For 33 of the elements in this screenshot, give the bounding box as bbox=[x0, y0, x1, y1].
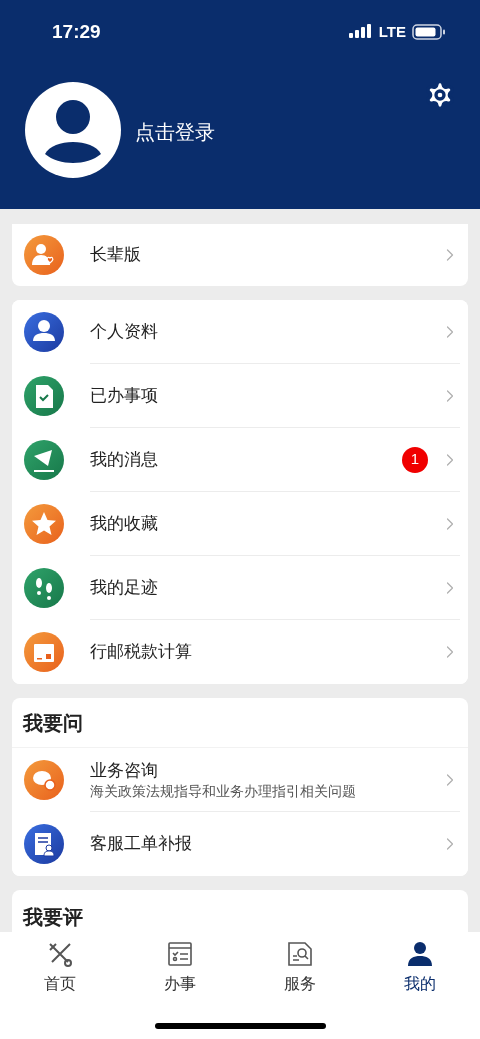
document-check-icon bbox=[24, 376, 64, 416]
login-link[interactable]: 点击登录 bbox=[135, 117, 424, 147]
person-icon bbox=[406, 940, 434, 968]
menu-label: 我的消息 bbox=[90, 448, 159, 471]
crossed-tools-icon bbox=[46, 940, 74, 968]
footprints-icon bbox=[24, 568, 64, 608]
chat-bubbles-icon bbox=[24, 760, 64, 800]
section-title: 我要问 bbox=[23, 710, 83, 736]
document-search-icon bbox=[286, 940, 314, 968]
tab[interactable]: 办事 bbox=[120, 940, 240, 996]
tab[interactable]: 服务 bbox=[240, 940, 360, 996]
tab[interactable]: 我的 bbox=[360, 940, 480, 996]
person-icon bbox=[24, 312, 64, 352]
menu-label: 行邮税款计算 bbox=[90, 641, 193, 663]
network-type: LTE bbox=[378, 21, 406, 42]
menu-label: 我的足迹 bbox=[90, 576, 159, 599]
menu-label: 业务咨询 bbox=[90, 759, 159, 782]
section-title: 我要评 bbox=[23, 905, 83, 930]
menu-label: 客服工单补报 bbox=[90, 833, 193, 855]
form-person-icon bbox=[24, 824, 64, 864]
battery-icon bbox=[412, 24, 446, 40]
unread-count: 1 bbox=[402, 446, 428, 473]
status-time: 17:29 bbox=[52, 19, 101, 44]
tab[interactable]: 首页 bbox=[0, 940, 120, 996]
signal-icon bbox=[348, 24, 373, 40]
menu-label: 已办事项 bbox=[90, 384, 159, 407]
menu-item[interactable]: 个人资料 bbox=[12, 300, 468, 364]
checklist-icon bbox=[166, 940, 194, 968]
menu-label: 长辈版 bbox=[90, 244, 142, 266]
menu-label: 我的收藏 bbox=[90, 512, 159, 535]
menu-label: 个人资料 bbox=[90, 320, 159, 343]
parcel-icon bbox=[24, 632, 64, 672]
menu-subtitle: 海关政策法规指导和业务办理指引相关问题 bbox=[90, 781, 357, 800]
